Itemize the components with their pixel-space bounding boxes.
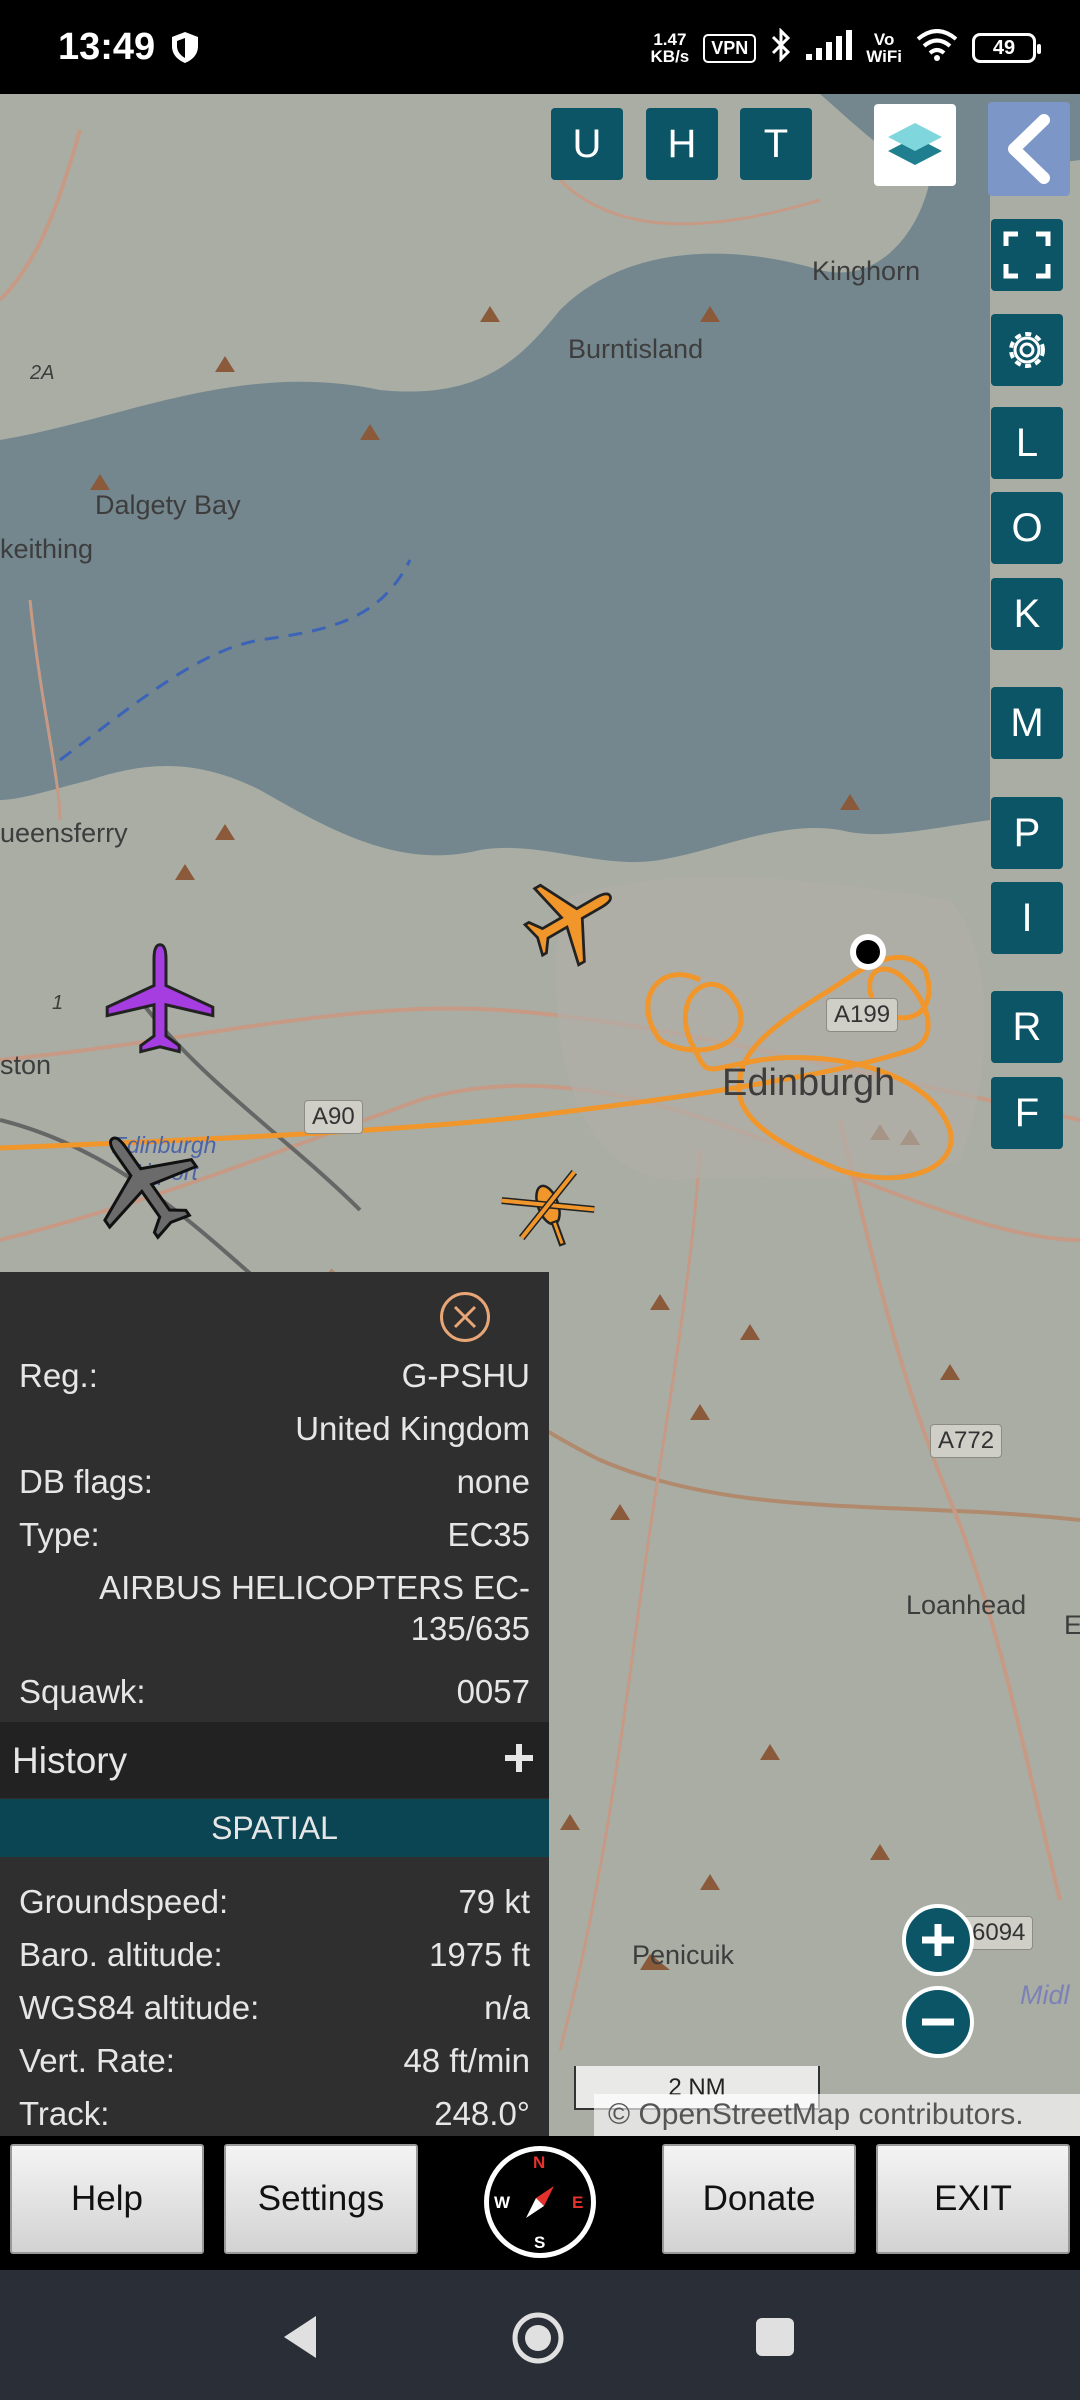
signal-icon — [806, 30, 853, 66]
aircraft-info-panel: Reg.: G-PSHU United Kingdom DB flags: no… — [0, 1272, 549, 2136]
vowifi-label: Vo WiFi — [866, 30, 902, 66]
road-label-2a: 2A — [30, 362, 55, 384]
nav-back-icon[interactable] — [280, 2314, 320, 2360]
map-label-edinburgh: Edinburgh — [722, 1062, 896, 1104]
zoom-out-button[interactable] — [902, 1986, 974, 2058]
donate-button[interactable]: Donate — [662, 2144, 856, 2254]
map-label-queensferry: ueensferry — [0, 818, 128, 848]
map-label-keithing: keithing — [0, 534, 94, 564]
help-button[interactable]: Help — [10, 2144, 204, 2254]
close-circle-icon — [453, 1305, 477, 1329]
groundspeed-label: Groundspeed: — [19, 1883, 229, 1920]
aircraft-purple-icon[interactable] — [100, 940, 220, 1060]
road-tag-a199: A199 — [826, 998, 899, 1032]
type-description-line1: AIRBUS HELICOPTERS EC- — [99, 1569, 530, 1606]
exit-button[interactable]: EXIT — [876, 2144, 1070, 2254]
button-f[interactable]: F — [991, 1077, 1063, 1149]
button-t[interactable]: T — [740, 108, 812, 180]
map-attribution[interactable]: © OpenStreetMap contributors. — [594, 2094, 1080, 2136]
country-value: United Kingdom — [295, 1410, 530, 1447]
collapse-button[interactable] — [988, 102, 1070, 196]
baro-altitude-label: Baro. altitude: — [19, 1936, 223, 1973]
squawk-label: Squawk: — [19, 1673, 146, 1710]
aircraft-orange-icon[interactable] — [510, 864, 630, 974]
reg-label: Reg.: — [19, 1357, 98, 1394]
db-flags-label: DB flags: — [19, 1463, 153, 1500]
history-title: History — [12, 1740, 128, 1781]
baro-altitude-value: 1975 ft — [429, 1936, 530, 1973]
fullscreen-button[interactable] — [991, 219, 1063, 291]
button-i[interactable]: I — [991, 882, 1063, 954]
type-description-line2: 135/635 — [410, 1610, 530, 1647]
button-u[interactable]: U — [551, 108, 623, 180]
vpn-badge: VPN — [703, 33, 757, 63]
road-label-1: 1 — [52, 992, 64, 1014]
aircraft-grey-icon[interactable] — [84, 1124, 204, 1244]
road-tag-a772: A772 — [930, 1424, 1003, 1458]
compass-icon[interactable]: N E S W — [484, 2146, 596, 2258]
wgs84-altitude-value: n/a — [484, 1989, 530, 2026]
close-panel-button[interactable] — [440, 1292, 490, 1342]
system-nav-bar — [0, 2270, 1080, 2400]
squawk-value: 0057 — [456, 1673, 530, 1710]
helicopter-selected-icon[interactable] — [496, 1160, 600, 1250]
compass-w: W — [494, 2193, 511, 2212]
button-p[interactable]: P — [991, 797, 1063, 869]
button-k[interactable]: K — [991, 578, 1063, 650]
settings-gear-button[interactable] — [991, 314, 1063, 386]
db-flags-value: none — [456, 1463, 530, 1500]
map-label-burntisland: Burntisland — [568, 334, 704, 364]
zoom-out-icon — [922, 2018, 954, 2026]
bottom-toolbar: Help Settings N E S W Donate EXIT — [0, 2136, 1080, 2270]
vert-rate-value: 48 ft/min — [403, 2042, 530, 2079]
shield-icon — [170, 30, 200, 69]
settings-button[interactable]: Settings — [224, 2144, 418, 2254]
layers-icon — [888, 123, 942, 165]
button-o[interactable]: O — [991, 492, 1063, 564]
map-label-dalgety-bay: Dalgety Bay — [95, 490, 241, 520]
tab-spatial[interactable]: SPATIAL — [0, 1799, 549, 1857]
map-label-loanhead: Loanhead — [906, 1590, 1027, 1620]
map-label-penicuik: Penicuik — [632, 1940, 735, 1970]
reg-value: G-PSHU — [401, 1357, 530, 1394]
bluetooth-icon — [770, 27, 792, 68]
map-label-kinghorn: Kinghorn — [812, 256, 921, 286]
status-bar: 13:49 1.47 KB/s VPN Vo WiFi 49 — [0, 0, 1080, 94]
back-chevron-icon — [1008, 114, 1050, 184]
compass-s: S — [534, 2233, 546, 2252]
status-time: 13:49 — [58, 26, 156, 68]
type-value: EC35 — [447, 1516, 530, 1553]
compass-n: N — [533, 2153, 546, 2172]
compass-needle — [526, 2186, 554, 2218]
layers-button[interactable] — [874, 104, 956, 186]
zoom-in-button[interactable] — [902, 1904, 974, 1976]
type-label: Type: — [19, 1516, 100, 1553]
battery-icon: 49 — [972, 33, 1041, 63]
vert-rate-label: Vert. Rate: — [19, 2042, 175, 2079]
fullscreen-icon — [1003, 231, 1051, 279]
nav-recents-icon[interactable] — [754, 2316, 796, 2358]
wifi-icon — [916, 29, 958, 67]
track-label: Track: — [19, 2095, 110, 2132]
track-value: 248.0° — [434, 2095, 530, 2132]
map-label-ston: ston — [0, 1050, 52, 1080]
button-m[interactable]: M — [991, 687, 1063, 759]
gear-icon — [1009, 332, 1045, 368]
nav-home-icon[interactable] — [510, 2310, 566, 2366]
history-header[interactable]: History — [0, 1722, 549, 1798]
road-tag-a90: A90 — [304, 1100, 363, 1134]
map-label-e: E — [1064, 1610, 1080, 1640]
wgs84-altitude-label: WGS84 altitude: — [19, 1989, 260, 2026]
button-r[interactable]: R — [991, 991, 1063, 1063]
net-speed: 1.47 KB/s — [650, 30, 690, 66]
button-h[interactable]: H — [646, 108, 718, 180]
plus-icon[interactable] — [499, 1732, 539, 1790]
zoom-in-icon — [922, 1924, 954, 1956]
map-label-midl: Midl — [1020, 1980, 1070, 2010]
button-l[interactable]: L — [991, 407, 1063, 479]
compass-e: E — [572, 2193, 584, 2212]
groundspeed-value: 79 kt — [458, 1883, 530, 1920]
